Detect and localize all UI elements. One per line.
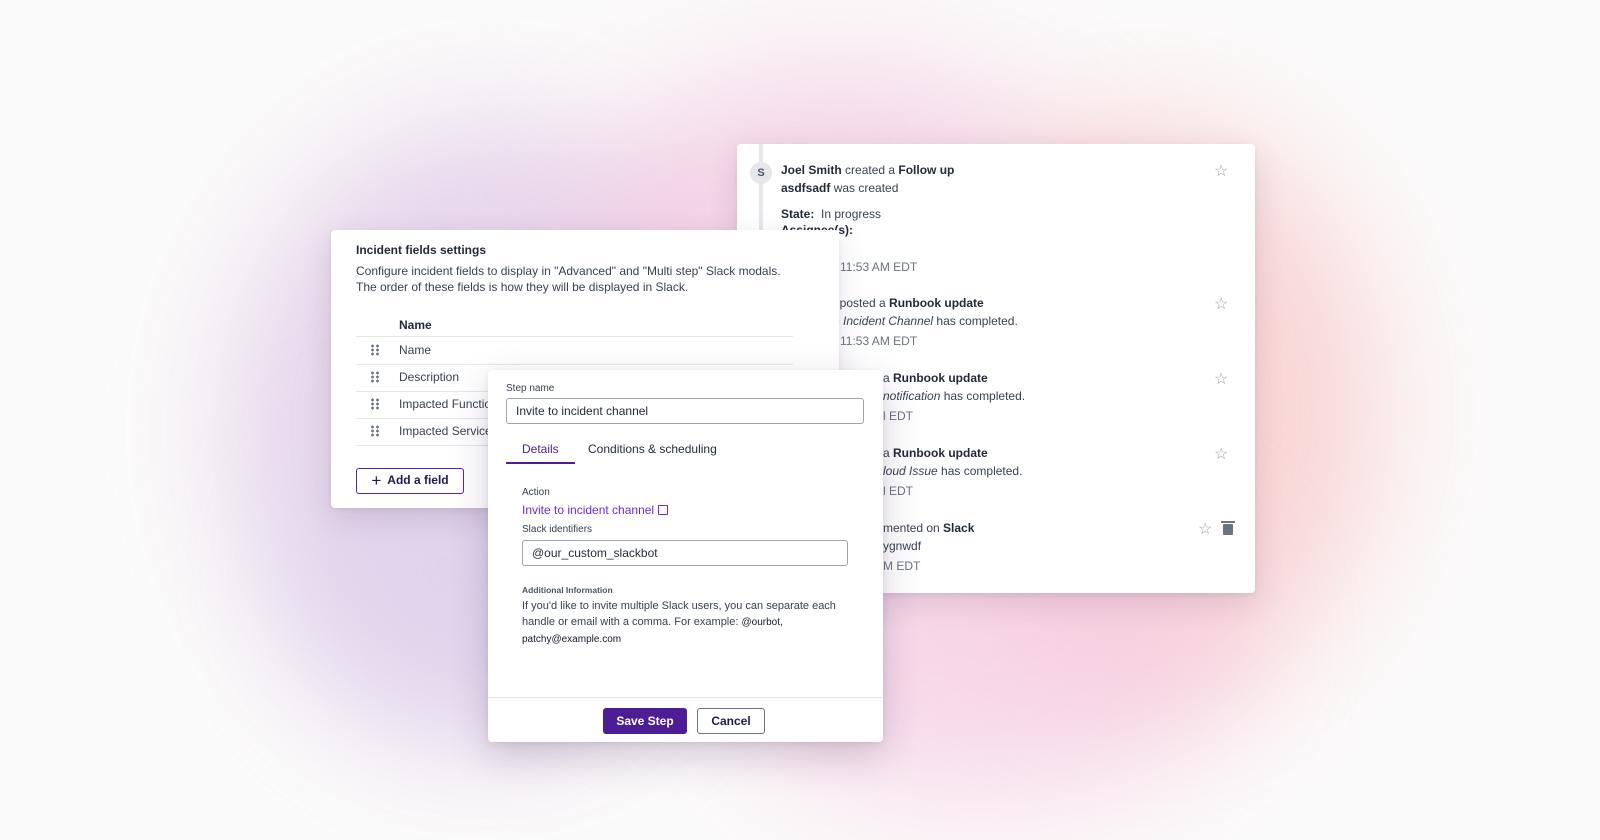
event-timestamp: M EDT <box>883 559 921 573</box>
table-row[interactable]: Name <box>356 337 793 365</box>
action-label: Action <box>522 487 550 498</box>
event-timestamp: l EDT <box>883 409 913 423</box>
timeline-event-slack-comment: mented on Slack ygnwdf <box>883 521 975 553</box>
star-icon[interactable]: ☆ <box>1198 519 1212 539</box>
step-name-label: Step name <box>506 383 555 394</box>
event-timestamp: 11:53 AM EDT <box>840 260 918 274</box>
drag-handle-icon[interactable] <box>370 398 380 410</box>
settings-description: Configure incident fields to display in … <box>356 264 781 294</box>
cancel-button[interactable]: Cancel <box>697 708 765 734</box>
trash-icon[interactable] <box>1221 521 1235 535</box>
drag-handle-icon[interactable] <box>370 344 380 356</box>
star-icon[interactable]: ☆ <box>1214 369 1228 389</box>
tab-details[interactable]: Details <box>506 442 575 464</box>
additional-info-text: If you'd like to invite multiple Slack u… <box>522 600 836 645</box>
action-link[interactable]: Invite to incident channel <box>522 503 669 517</box>
slack-badge-icon: S <box>750 162 772 184</box>
timeline-event-follow-up: Joel Smith created a Follow up asdfsadf … <box>781 163 955 237</box>
plus-icon: + <box>371 471 382 490</box>
star-icon[interactable]: ☆ <box>1214 161 1228 181</box>
drag-handle-icon[interactable] <box>370 425 380 437</box>
star-icon[interactable]: ☆ <box>1214 444 1228 464</box>
external-link-icon <box>658 505 669 515</box>
timeline-event-runbook-1: t posted a Runbook update e Incident Cha… <box>833 296 1018 328</box>
table-header: Name <box>356 318 793 337</box>
timeline-event-runbook-3: a Runbook update loud Issue has complete… <box>883 446 1023 478</box>
column-header-name: Name <box>399 318 432 332</box>
add-field-button[interactable]: + Add a field <box>356 468 464 494</box>
save-step-button[interactable]: Save Step <box>603 708 687 734</box>
tab-conditions-scheduling[interactable]: Conditions & scheduling <box>588 442 717 462</box>
timeline-event-runbook-2: a Runbook update notification has comple… <box>883 371 1026 403</box>
event-timestamp: 11:53 AM EDT <box>840 334 918 348</box>
event-actor: Joel Smith <box>781 163 842 177</box>
step-name-input[interactable] <box>506 398 864 424</box>
modal-footer-divider <box>488 697 883 698</box>
settings-title: Incident fields settings <box>356 243 487 257</box>
slack-identifiers-label: Slack identifiers <box>522 524 593 535</box>
state-value: In progress <box>821 207 882 221</box>
additional-info-title: Additional Information <box>522 585 613 595</box>
star-icon[interactable]: ☆ <box>1214 294 1228 314</box>
event-object: Follow up <box>898 163 955 177</box>
edit-step-modal: Step name Details Conditions & schedulin… <box>488 370 883 742</box>
slack-identifiers-input[interactable] <box>522 540 848 566</box>
event-timestamp: l EDT <box>883 484 913 498</box>
drag-handle-icon[interactable] <box>370 371 380 383</box>
